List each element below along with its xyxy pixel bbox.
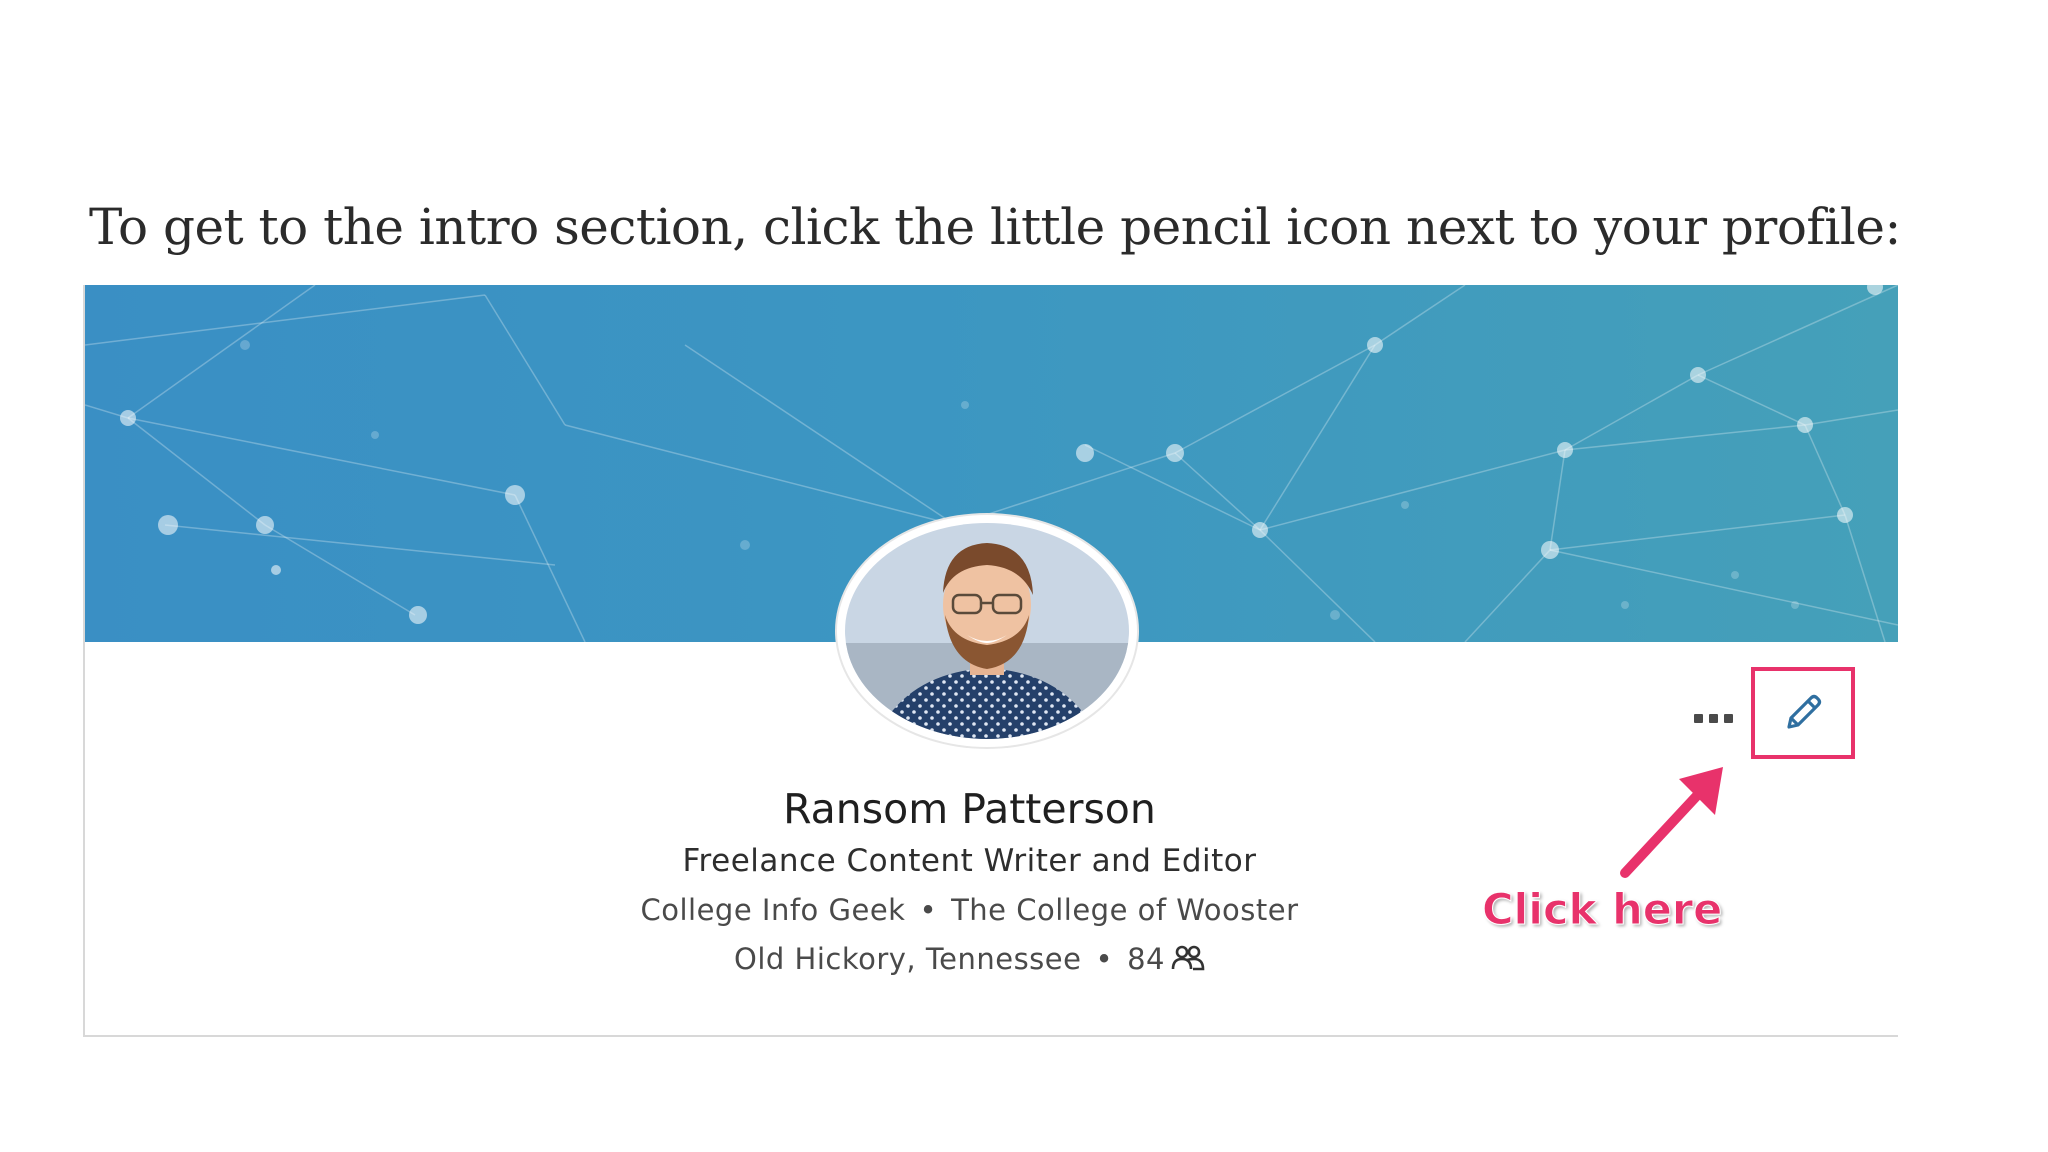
edit-highlight-box	[1751, 667, 1855, 759]
pencil-icon	[1787, 694, 1822, 729]
edit-intro-button[interactable]	[1773, 683, 1833, 743]
more-dots-icon	[1693, 713, 1703, 723]
profile-company[interactable]: College Info Geek	[640, 893, 905, 927]
profile-location-line: Old Hickory, Tennessee • 84	[85, 942, 1876, 978]
profile-school[interactable]: The College of Wooster	[951, 893, 1298, 927]
more-dots-icon	[1723, 713, 1733, 723]
linkedin-profile-card: Ransom Patterson Freelance Content Write…	[83, 285, 1898, 1037]
profile-avatar[interactable]	[837, 515, 1137, 747]
people-icon	[1171, 944, 1205, 978]
profile-location: Old Hickory, Tennessee	[734, 942, 1082, 976]
connections-count[interactable]: 84	[1127, 942, 1165, 976]
click-here-label: Click here	[1481, 885, 1723, 936]
more-dots-icon	[1708, 713, 1718, 723]
annotation-arrow	[1620, 767, 1723, 878]
more-options-button[interactable]	[1688, 703, 1738, 733]
instruction-text: To get to the intro section, click the l…	[89, 198, 1901, 256]
separator: •	[1095, 942, 1114, 976]
article-page: To get to the intro section, click the l…	[0, 0, 2048, 1152]
avatar-photo	[845, 523, 1129, 739]
separator: •	[919, 893, 938, 927]
